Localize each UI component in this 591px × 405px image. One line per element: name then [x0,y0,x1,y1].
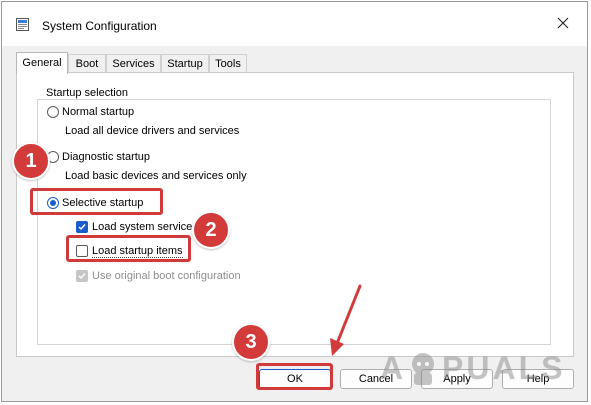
step-2-badge: 2 [192,211,230,249]
diagnostic-startup-description: Load basic devices and services only [65,170,247,182]
close-button[interactable] [541,2,587,46]
load-system-services-checkbox[interactable] [76,221,88,233]
watermark-text-right: PUALS [442,350,566,386]
check-icon [78,224,86,231]
diagnostic-startup-label[interactable]: Diagnostic startup [62,151,150,163]
window-title: System Configuration [42,19,157,33]
mascot-icon [412,353,434,385]
step-1-badge: 1 [12,142,50,180]
system-configuration-icon [16,18,29,31]
check-icon [78,273,86,280]
ok-button-highlight [256,363,333,390]
normal-startup-label[interactable]: Normal startup [62,106,134,118]
tab-boot[interactable]: Boot [68,54,106,72]
use-original-boot-configuration-label: Use original boot configuration [92,270,241,282]
normal-startup-description: Load all device drivers and services [65,125,240,137]
selective-startup-highlight [30,188,163,215]
tab-tools[interactable]: Tools [209,54,247,72]
tab-general[interactable]: General [16,52,68,74]
appuals-watermark: A PUALS [380,348,580,388]
load-startup-items-highlight [66,235,191,262]
load-system-services-label[interactable]: Load system services [92,221,198,233]
arrow-pointer-icon [330,284,362,356]
watermark-text-left: A [380,350,407,386]
tab-services[interactable]: Services [106,54,161,72]
title-bar: System Configuration [2,2,587,46]
tab-startup[interactable]: Startup [161,54,209,72]
close-icon [557,17,569,29]
normal-startup-radio[interactable] [47,106,59,118]
use-original-boot-configuration-checkbox[interactable] [76,270,88,282]
startup-selection-legend: Startup selection [43,87,131,99]
step-3-badge: 3 [232,323,270,361]
